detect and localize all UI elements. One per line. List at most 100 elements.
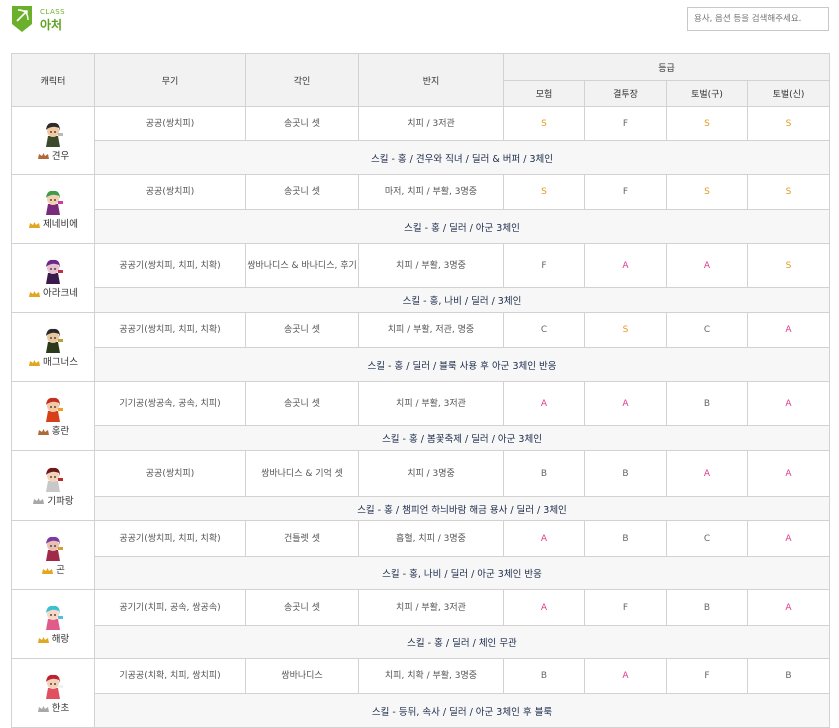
grade-arena: A	[584, 243, 667, 288]
grade-arena: B	[584, 450, 667, 497]
character-avatar	[46, 397, 63, 422]
engrave-cell: 쌍바나디스	[245, 658, 359, 694]
character-name-line: 홍란	[12, 423, 94, 437]
character-row: 아라크네 공공기(쌍치피, 치피, 치확) 쌍바나디스 & 바나디스, 후기 치피 /…	[11, 243, 830, 313]
character-row: 홍란 기기공(쌍공속, 공속, 치피) 송곳니 셋 치피 / 부활, 3저관 A A B A	[11, 381, 830, 451]
ring-cell: 치피 / 부활, 3저관	[358, 381, 504, 426]
header-engrave: 각인	[245, 53, 359, 107]
grade-raid-new: S	[747, 243, 830, 288]
weapon-cell: 공공기(쌍치피, 치피, 치확)	[94, 243, 246, 288]
character-cell[interactable]: 아라크네	[11, 243, 95, 313]
skill-description: 스킬 - 홍 / 딜러 / 체인 무관	[94, 625, 830, 659]
character-avatar	[46, 122, 63, 147]
header-grade-raid-new: 토벌(신)	[747, 80, 830, 107]
rank-silver-icon	[37, 705, 49, 712]
character-avatar	[46, 536, 63, 561]
grade-raid-old: S	[666, 106, 748, 141]
archer-class-icon	[12, 6, 32, 32]
weapon-cell: 공공(쌍치피)	[94, 174, 246, 210]
skill-description: 스킬 - 홍 / 딜러 / 블룩 사용 후 아군 3체인 반응	[94, 347, 830, 382]
character-cell[interactable]: 기파랑	[11, 450, 95, 521]
archer-table: 캐릭터 무기 각인 반지 등급 모험 결투장 토벌(구) 토벌(신) 견우 공공(…	[11, 53, 830, 728]
character-row: 매그너스 공공기(쌍치피, 치피, 치확) 송곳니 셋 치피 / 부활, 저관, 명중…	[11, 312, 830, 382]
weapon-cell: 기공공(치확, 치피, 쌍치피)	[94, 658, 246, 694]
grade-arena: F	[584, 589, 667, 626]
grade-raid-new: B	[747, 658, 830, 694]
character-row: 곤 공공기(쌍치피, 치피, 치확) 건틀렛 셋 흡혈, 치피 / 3명중 A B C A	[11, 520, 830, 590]
character-row: 기파랑 공공(쌍치피) 쌍바나디스 & 기억 셋 치피 / 3명중 B B A A	[11, 450, 830, 521]
character-avatar	[46, 190, 63, 215]
engrave-cell: 건틀렛 셋	[245, 520, 359, 557]
ring-cell: 치피 / 3명중	[358, 450, 504, 497]
character-name: 매그너스	[43, 357, 78, 368]
grade-raid-old: A	[666, 450, 748, 497]
grade-raid-new: S	[747, 174, 830, 210]
character-avatar	[46, 259, 63, 284]
skill-description: 스킬 - 등뒤, 속사 / 딜러 / 아군 3체인 후 블룩	[94, 693, 830, 728]
character-avatar	[46, 467, 63, 492]
ring-cell: 치피 / 부활, 저관, 명중	[358, 312, 504, 348]
grade-raid-old: C	[666, 312, 748, 348]
skill-row: 스킬 - 홍 / 챔피언 하늬바람 해금 용사 / 딜러 / 3체인	[12, 496, 830, 521]
engrave-cell: 송곳니 셋	[245, 174, 359, 210]
rank-bronze-icon	[37, 153, 49, 159]
skill-description: 스킬 - 홍 / 봄꽃축제 / 딜러 / 아군 3체인	[94, 425, 830, 451]
weapon-cell: 공공기(쌍치피, 치피, 치확)	[94, 520, 246, 557]
weapon-cell: 공공기(쌍치피, 치피, 치확)	[94, 312, 246, 348]
grade-raid-new: A	[747, 450, 830, 497]
ring-cell: 치피, 치확 / 부활, 3명중	[358, 658, 504, 694]
skill-row: 스킬 - 등뒤, 속사 / 딜러 / 아군 3체인 후 블룩	[12, 693, 830, 728]
grade-adventure: A	[503, 520, 585, 557]
ring-cell: 마저, 치피 / 부활, 3명중	[358, 174, 504, 210]
weapon-cell: 공공(쌍치피)	[94, 450, 246, 497]
ring-cell: 치피 / 부활, 3저관	[358, 589, 504, 626]
skill-description: 스킬 - 홍 / 딜러 / 아군 3체인	[94, 209, 830, 244]
grade-raid-new: A	[747, 381, 830, 426]
ring-cell: 치피 / 3저관	[358, 106, 504, 141]
engrave-cell: 송곳니 셋	[245, 381, 359, 426]
header-ring: 반지	[358, 53, 504, 107]
header-grade-arena: 결투장	[584, 80, 667, 107]
header-grade-raid-old: 토벌(구)	[666, 80, 748, 107]
weapon-cell: 공공(쌍치피)	[94, 106, 246, 141]
grade-adventure: C	[503, 312, 585, 348]
engrave-cell: 쌍바나디스 & 기억 셋	[245, 450, 359, 497]
weapon-cell: 공기기(치피, 공속, 쌍공속)	[94, 589, 246, 626]
character-cell[interactable]: 해랑	[11, 589, 95, 659]
class-title: CLASS 아처	[40, 8, 65, 33]
character-row: 제네비에 공공(쌍치피) 송곳니 셋 마저, 치피 / 부활, 3명중 S F S S	[11, 174, 830, 244]
skill-description: 스킬 - 홍 / 챔피언 하늬바람 해금 용사 / 딜러 / 3체인	[94, 496, 830, 521]
character-cell[interactable]: 곤	[11, 520, 95, 590]
grade-adventure: A	[503, 381, 585, 426]
character-cell[interactable]: 매그너스	[11, 312, 95, 382]
character-cell[interactable]: 홍란	[11, 381, 95, 451]
rank-gold-icon	[29, 359, 41, 366]
skill-description: 스킬 - 홍, 나비 / 딜러 / 3체인	[94, 287, 830, 313]
grade-arena: A	[584, 658, 667, 694]
engrave-cell: 쌍바나디스 & 바나디스, 후기	[245, 243, 359, 288]
grade-raid-old: A	[666, 243, 748, 288]
character-name-line: 한초	[12, 700, 94, 714]
character-cell[interactable]: 견우	[11, 106, 95, 175]
character-name: 제네비에	[43, 219, 78, 230]
rank-gold-icon	[42, 567, 54, 574]
character-name: 견우	[51, 150, 70, 162]
search-input[interactable]	[687, 7, 829, 31]
character-name: 아라크네	[43, 288, 78, 299]
grade-raid-old: B	[666, 381, 748, 426]
character-cell[interactable]: 한초	[11, 658, 95, 728]
character-row: 해랑 공기기(치피, 공속, 쌍공속) 송곳니 셋 치피 / 부활, 3저관 A F B A	[11, 589, 830, 659]
character-name-line: 해랑	[12, 631, 94, 645]
skill-row: 스킬 - 홍, 나비 / 딜러 / 3체인	[12, 287, 830, 313]
character-name: 기파랑	[47, 495, 74, 507]
character-name-line: 제네비에	[12, 216, 94, 230]
rank-gold-icon	[37, 636, 49, 643]
character-cell[interactable]: 제네비에	[11, 174, 95, 244]
skill-description: 스킬 - 홍 / 견우와 직녀 / 딜러 & 버퍼 / 3체인	[94, 140, 830, 175]
skill-row: 스킬 - 홍 / 딜러 / 체인 무관	[12, 625, 830, 659]
skill-row: 스킬 - 홍 / 딜러 / 아군 3체인	[12, 209, 830, 244]
grade-raid-old: C	[666, 520, 748, 557]
character-name-line: 아라크네	[12, 285, 94, 299]
class-label: CLASS	[40, 8, 66, 16]
character-avatar	[46, 328, 63, 353]
